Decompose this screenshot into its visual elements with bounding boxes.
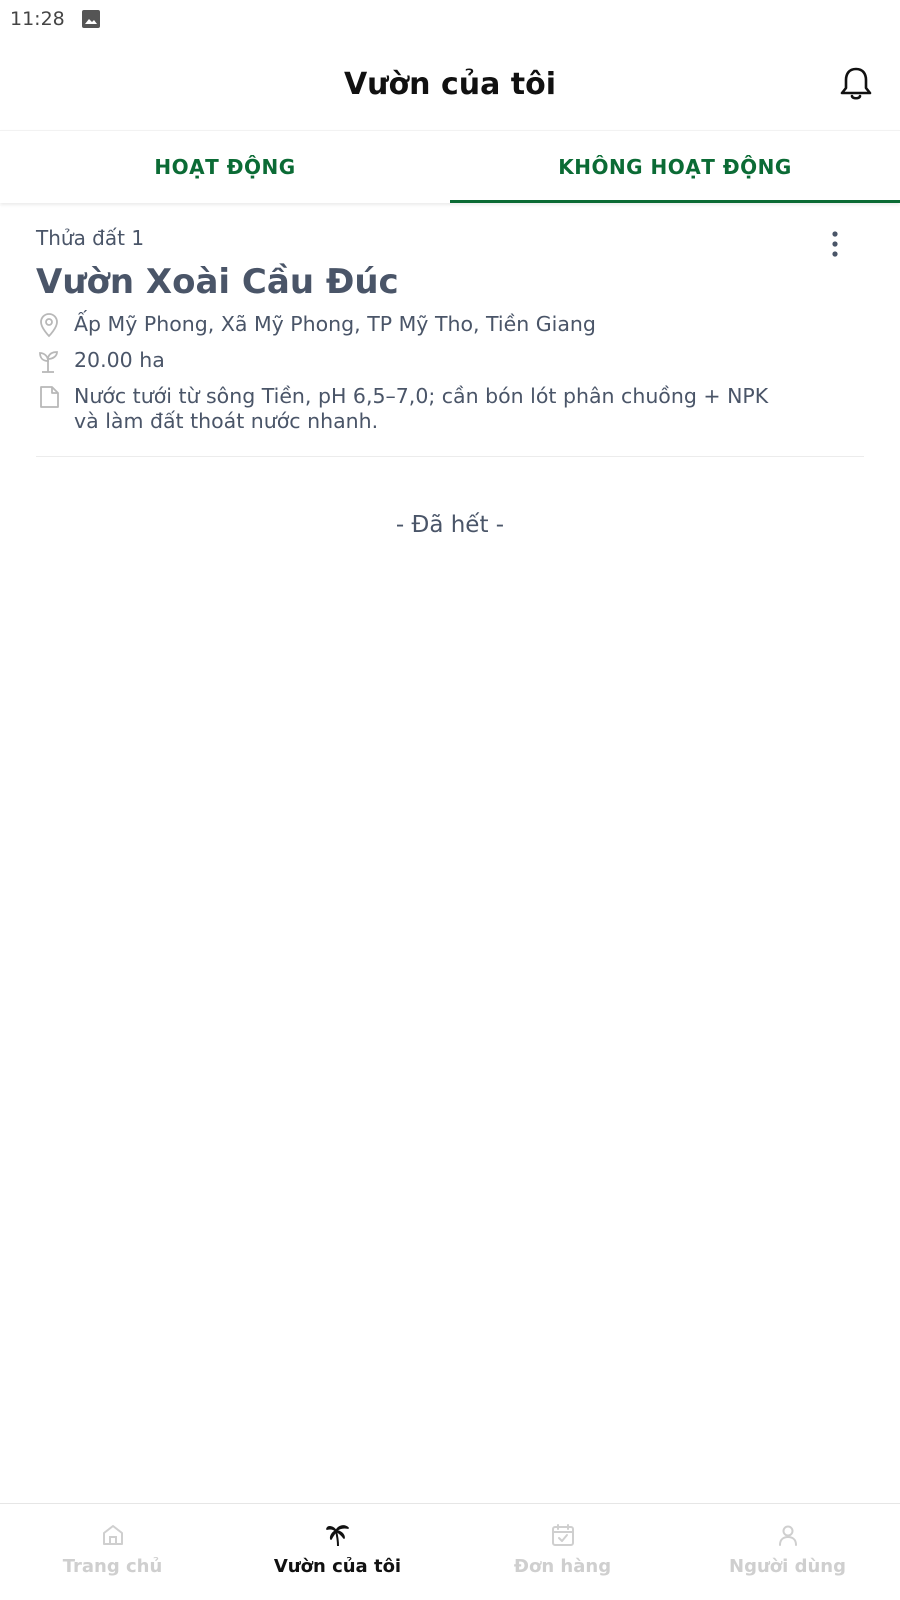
- garden-name: Vườn Xoài Cầu Đúc: [36, 262, 399, 302]
- plot-label: Thửa đất 1: [36, 226, 145, 250]
- more-vertical-icon: [832, 231, 838, 257]
- location-pin-icon: [40, 313, 58, 338]
- note-text: Nước tưới từ sông Tiền, pH 6,5–7,0; cần …: [74, 384, 769, 433]
- calendar-check-icon: [551, 1524, 574, 1546]
- sprout-icon: [39, 351, 58, 373]
- palm-tree-icon: [325, 1525, 349, 1547]
- page-title: Vườn của tôi: [343, 66, 557, 102]
- nav-label-home: Trang chủ: [62, 1556, 163, 1577]
- nav-item-user[interactable]: Người dùng: [675, 1504, 900, 1600]
- nav-item-my-garden[interactable]: Vườn của tôi: [225, 1504, 450, 1600]
- nav-item-orders[interactable]: Đơn hàng: [450, 1504, 675, 1600]
- nav-label-my-garden: Vườn của tôi: [273, 1556, 402, 1577]
- more-options-button[interactable]: [820, 226, 850, 262]
- tab-inactive-label: KHÔNG HOẠT ĐỘNG: [558, 155, 792, 179]
- address-text: Ấp Mỹ Phong, Xã Mỹ Phong, TP Mỹ Tho, Tiề…: [74, 312, 596, 336]
- bell-icon: [840, 67, 872, 100]
- user-icon: [778, 1525, 797, 1546]
- status-bar: 11:28: [0, 0, 900, 38]
- tab-bar: HOẠT ĐỘNG KHÔNG HOẠT ĐỘNG: [0, 130, 900, 203]
- status-time: 11:28: [10, 8, 65, 30]
- nav-label-user: Người dùng: [729, 1556, 846, 1577]
- nav-label-orders: Đơn hàng: [513, 1556, 612, 1577]
- nav-item-home[interactable]: Trang chủ: [0, 1504, 225, 1600]
- tab-active-label: HOẠT ĐỘNG: [154, 155, 296, 179]
- bottom-nav: Trang chủ Vườn của tôi Đơn hàng Người dù…: [0, 1503, 900, 1600]
- home-icon: [102, 1525, 123, 1545]
- list-end-label: - Đã hết -: [395, 512, 505, 538]
- area-text: 20.00 ha: [74, 348, 165, 372]
- garden-card[interactable]: Thửa đất 1 Vườn Xoài Cầu Đúc Ấp Mỹ Phong…: [36, 220, 864, 457]
- tab-active[interactable]: HOẠT ĐỘNG: [0, 131, 450, 203]
- note-row: Nước tưới từ sông Tiền, pH 6,5–7,0; cần …: [36, 384, 864, 434]
- document-icon: [40, 386, 59, 408]
- address-row: Ấp Mỹ Phong, Xã Mỹ Phong, TP Mỹ Tho, Tiề…: [36, 312, 864, 338]
- image-notification-icon: [81, 9, 101, 29]
- area-row: 20.00 ha: [36, 348, 864, 374]
- app-header: Vườn của tôi: [0, 38, 900, 130]
- notifications-button[interactable]: [834, 62, 878, 106]
- tab-inactive[interactable]: KHÔNG HOẠT ĐỘNG: [450, 131, 900, 203]
